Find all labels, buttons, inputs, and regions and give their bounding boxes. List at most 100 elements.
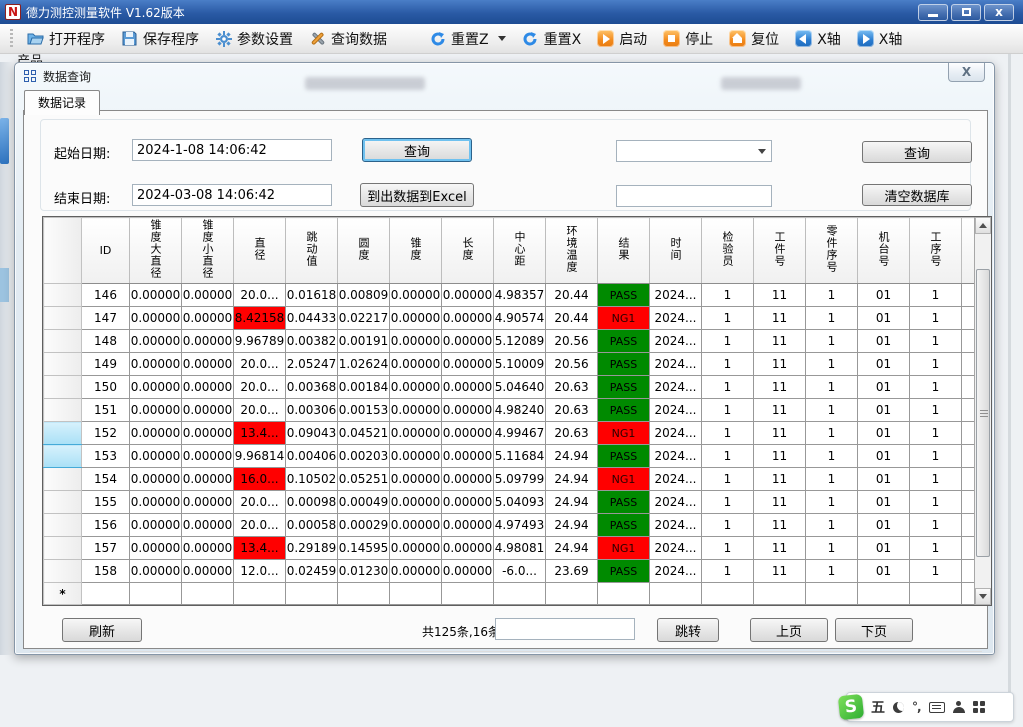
cell[interactable]: PASS — [598, 514, 650, 537]
toolbar-parameter-settings[interactable]: 参数设置 — [207, 26, 301, 52]
toolbar-xaxis-left[interactable]: X轴 — [787, 26, 849, 52]
cell[interactable]: 2024... — [650, 560, 702, 583]
column-header[interactable]: 工序号 — [910, 218, 962, 284]
cell[interactable]: 0.00000 — [390, 353, 442, 376]
toolbar-query-data[interactable]: 查询数据 — [301, 26, 395, 52]
cell[interactable]: 24.94 — [546, 514, 598, 537]
cell[interactable]: 158 — [82, 560, 130, 583]
toolbar-reset-z[interactable]: 重置Z — [421, 26, 514, 52]
cell[interactable]: 150 — [82, 376, 130, 399]
cell[interactable] — [390, 583, 442, 605]
cell[interactable]: 0.00000 — [130, 560, 182, 583]
cell[interactable]: 0.04521 — [338, 422, 390, 445]
cell[interactable]: 01 — [858, 284, 910, 307]
scroll-up-button[interactable] — [975, 217, 991, 234]
cell[interactable]: 1 — [702, 284, 754, 307]
cell[interactable]: 01 — [858, 330, 910, 353]
cell[interactable]: 147 — [82, 307, 130, 330]
cell[interactable]: 20.44 — [546, 284, 598, 307]
cell[interactable]: 1 — [702, 560, 754, 583]
toolbar-save-program[interactable]: 保存程序 — [113, 26, 207, 52]
row-selector[interactable] — [44, 560, 82, 583]
cell[interactable]: 2024... — [650, 537, 702, 560]
cell[interactable]: 152 — [82, 422, 130, 445]
cell[interactable]: 0.00406 — [286, 445, 338, 468]
cell[interactable]: 0.00000 — [130, 422, 182, 445]
cell[interactable]: PASS — [598, 491, 650, 514]
cell[interactable]: 1 — [806, 514, 858, 537]
cell[interactable]: 01 — [858, 422, 910, 445]
keyboard-icon[interactable] — [929, 702, 945, 713]
cell[interactable]: 0.00000 — [442, 422, 494, 445]
cell[interactable]: 9.96814 — [234, 445, 286, 468]
cell[interactable]: 0.00000 — [390, 468, 442, 491]
cell[interactable]: 0.00000 — [442, 468, 494, 491]
cell[interactable]: 20.0... — [234, 284, 286, 307]
cell[interactable]: 2024... — [650, 284, 702, 307]
cell[interactable]: 11 — [754, 560, 806, 583]
cell[interactable]: 0.00000 — [130, 330, 182, 353]
scrollbar-thumb[interactable] — [976, 269, 990, 557]
cell[interactable]: 0.00000 — [390, 399, 442, 422]
cell[interactable]: 12.0... — [234, 560, 286, 583]
cell[interactable]: 1 — [806, 537, 858, 560]
cell[interactable]: 0.00000 — [182, 468, 234, 491]
cell[interactable]: 20.63 — [546, 422, 598, 445]
column-header[interactable]: 零件序号 — [806, 218, 858, 284]
cell[interactable]: 0.04433 — [286, 307, 338, 330]
query-button[interactable]: 查询 — [362, 138, 472, 162]
cell[interactable]: 0.00000 — [182, 353, 234, 376]
cell[interactable] — [286, 583, 338, 605]
dialog-close-button[interactable]: X — [948, 63, 985, 82]
cell[interactable]: 11 — [754, 537, 806, 560]
cell[interactable]: 155 — [82, 491, 130, 514]
cell[interactable]: 1 — [702, 468, 754, 491]
cell[interactable]: 1 — [910, 284, 962, 307]
ime-toolbar[interactable]: S 五 °, — [846, 692, 1014, 722]
cell[interactable]: 01 — [858, 445, 910, 468]
column-header[interactable]: 长度 — [442, 218, 494, 284]
cell[interactable]: 11 — [754, 376, 806, 399]
cell[interactable]: PASS — [598, 560, 650, 583]
cell[interactable]: 0.00000 — [390, 307, 442, 330]
cell[interactable]: 0.00382 — [286, 330, 338, 353]
cell[interactable]: 0.00098 — [286, 491, 338, 514]
cell[interactable]: 0.00000 — [182, 514, 234, 537]
person-icon[interactable] — [953, 701, 965, 713]
cell[interactable]: 1 — [702, 491, 754, 514]
cell[interactable]: 11 — [754, 330, 806, 353]
row-selector[interactable] — [44, 422, 82, 445]
cell[interactable]: 20.44 — [546, 307, 598, 330]
cell[interactable]: 0.00000 — [182, 445, 234, 468]
prev-page-button[interactable]: 上页 — [750, 618, 828, 642]
cell[interactable] — [598, 583, 650, 605]
cell[interactable]: 0.00000 — [182, 330, 234, 353]
cell[interactable] — [702, 583, 754, 605]
cell[interactable]: 154 — [82, 468, 130, 491]
cell[interactable] — [442, 583, 494, 605]
cell[interactable]: 0.00000 — [442, 376, 494, 399]
cell[interactable]: 4.98081 — [494, 537, 546, 560]
cell[interactable]: 1 — [806, 422, 858, 445]
cell[interactable]: 4.90574 — [494, 307, 546, 330]
cell[interactable]: PASS — [598, 353, 650, 376]
cell[interactable]: 0.00000 — [130, 537, 182, 560]
cell[interactable]: 13.4... — [234, 537, 286, 560]
cell[interactable] — [130, 583, 182, 605]
cell[interactable]: 20.0... — [234, 491, 286, 514]
cell[interactable]: 1 — [702, 537, 754, 560]
column-header[interactable]: 检验员 — [702, 218, 754, 284]
cell[interactable]: 148 — [82, 330, 130, 353]
cell[interactable]: 24.94 — [546, 537, 598, 560]
cell[interactable]: 156 — [82, 514, 130, 537]
cell[interactable]: 11 — [754, 307, 806, 330]
ime-mode-label[interactable]: 五 — [871, 697, 885, 717]
cell[interactable]: 1 — [806, 376, 858, 399]
cell[interactable]: 1 — [910, 376, 962, 399]
cell[interactable]: 5.12089 — [494, 330, 546, 353]
cell[interactable]: 1 — [806, 330, 858, 353]
cell[interactable] — [338, 583, 390, 605]
cell[interactable]: 0.00203 — [338, 445, 390, 468]
close-button[interactable]: x — [984, 4, 1014, 21]
cell[interactable]: 11 — [754, 445, 806, 468]
